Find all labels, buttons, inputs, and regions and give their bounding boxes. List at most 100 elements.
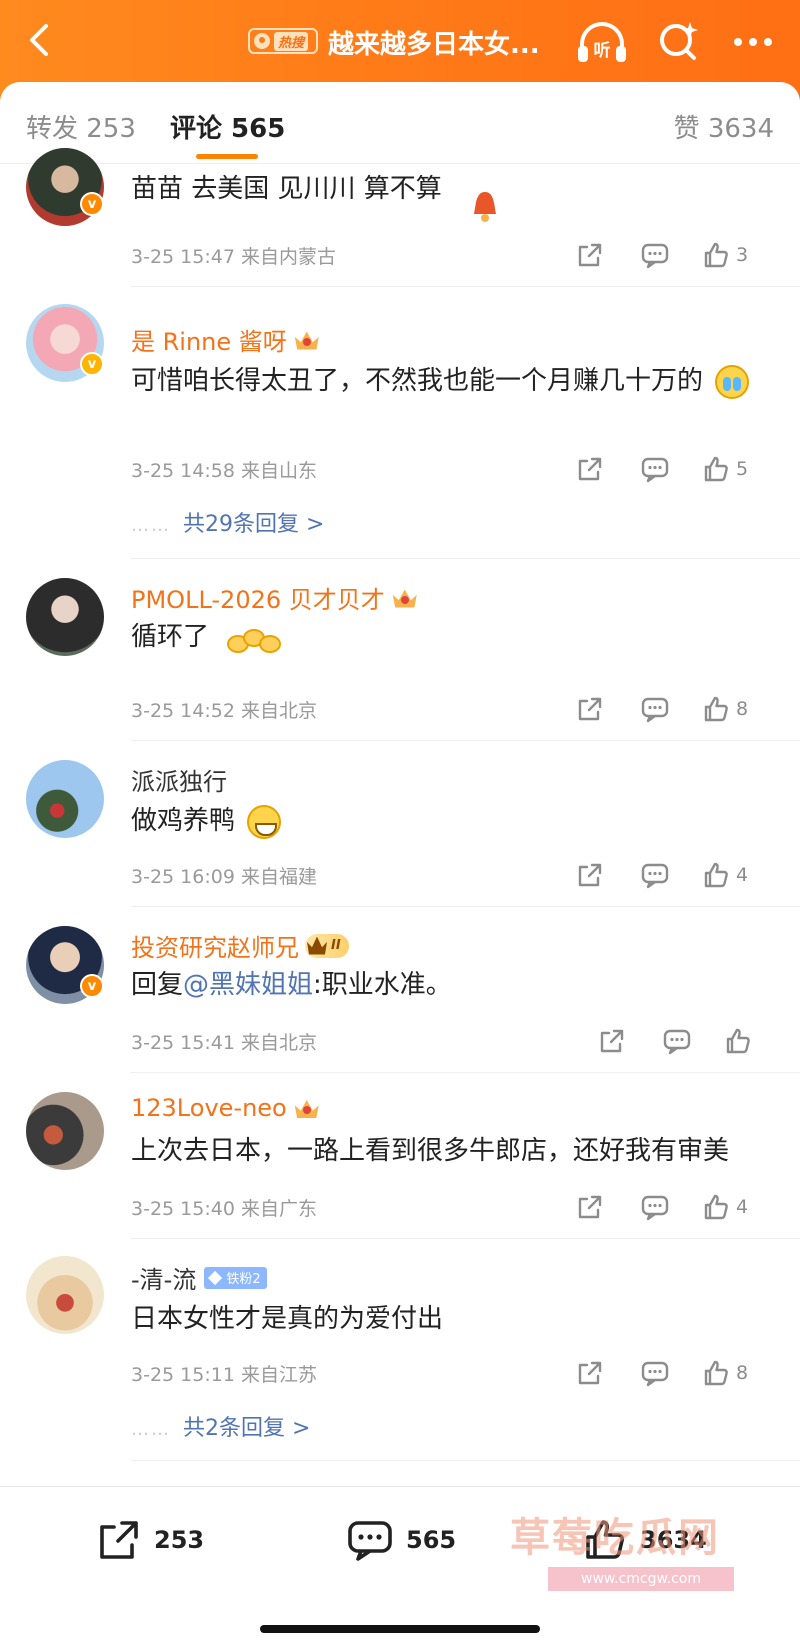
fan-level: 铁粉2 xyxy=(226,1272,261,1287)
more-button[interactable] xyxy=(728,22,778,62)
avatar[interactable] xyxy=(26,1256,104,1334)
home-indicator[interactable] xyxy=(260,1625,540,1633)
divider xyxy=(131,1072,800,1073)
comment-meta: 3-25 14:58 来自山东 xyxy=(131,460,317,482)
username[interactable]: 是 Rinne 酱呀 xyxy=(131,322,321,357)
comment-meta: 3-25 15:11 来自江苏 xyxy=(131,1364,317,1386)
share-icon xyxy=(578,1195,602,1219)
divider xyxy=(131,740,800,741)
like-button[interactable]: 8 xyxy=(702,694,748,724)
mention-link[interactable]: @黑妹姐姐 xyxy=(183,970,313,1000)
share-button[interactable] xyxy=(576,454,604,484)
comment-text: 做鸡养鸭 xyxy=(131,800,776,842)
view-replies-link[interactable]: …… 共29条回复 > xyxy=(131,506,324,538)
watermark-url: www.cmcgw.com xyxy=(548,1567,734,1591)
username-text: PMOLL-2026 贝才贝才 xyxy=(131,586,385,614)
share-icon xyxy=(578,243,602,267)
comment-actions: 4 xyxy=(576,1192,776,1222)
like-button[interactable]: 5 xyxy=(702,454,748,484)
avatar[interactable] xyxy=(26,1092,104,1170)
thumbs-up-icon xyxy=(704,1194,728,1220)
share-button[interactable] xyxy=(576,1192,604,1222)
share-button[interactable] xyxy=(598,1026,626,1056)
username[interactable]: PMOLL-2026 贝才贝才 xyxy=(131,580,419,615)
crown-badge-icon xyxy=(293,328,321,352)
search-button[interactable] xyxy=(656,18,700,62)
hot-search-badge[interactable]: 热搜 xyxy=(248,28,319,54)
comment-actions: 5 xyxy=(576,454,776,484)
share-button[interactable] xyxy=(576,1358,604,1388)
more-dots-icon xyxy=(734,38,772,46)
reply-button[interactable] xyxy=(640,454,670,484)
comment-bubble-icon xyxy=(641,1361,669,1387)
like-count: 5 xyxy=(736,458,749,480)
verified-badge-icon: v xyxy=(80,974,104,998)
back-button[interactable] xyxy=(18,18,62,62)
username[interactable]: 派派独行 xyxy=(131,762,227,797)
comment-text-content: 做鸡养鸭 xyxy=(131,806,236,836)
like-button[interactable] xyxy=(724,1026,758,1056)
comment-actions: 4 xyxy=(576,860,776,890)
cloud-sticker-icon xyxy=(223,621,283,655)
crown-badge-icon xyxy=(391,586,419,610)
comment-meta: 3-25 15:40 来自广东 xyxy=(131,1198,317,1220)
reply-prefix: 回复 xyxy=(131,970,184,1000)
repost-button[interactable]: 253 xyxy=(96,1515,204,1565)
bell-sticker-icon xyxy=(468,188,502,224)
avatar[interactable] xyxy=(26,578,104,656)
share-icon xyxy=(578,863,602,887)
like-button[interactable]: 4 xyxy=(702,1192,748,1222)
username-text: -清-流 xyxy=(131,1266,197,1294)
share-icon xyxy=(578,1361,602,1385)
hot-search-icon xyxy=(254,33,270,49)
listen-label: 听 xyxy=(594,40,611,61)
view-replies-link[interactable]: …… 共2条回复 > xyxy=(131,1410,310,1442)
search-sparkle-icon xyxy=(660,22,698,60)
reply-button[interactable] xyxy=(640,860,670,890)
tab-comment[interactable]: 评论 565 xyxy=(170,108,285,145)
share-button[interactable] xyxy=(576,694,604,724)
comment-meta: 3-25 15:41 来自北京 xyxy=(131,1032,317,1054)
headphones-icon: 听 xyxy=(578,22,626,62)
vip-badge: II xyxy=(305,933,349,958)
thumbs-up-icon xyxy=(704,862,728,888)
comment-text: 循环了 xyxy=(131,616,776,658)
reply-button[interactable] xyxy=(640,1192,670,1222)
avatar[interactable] xyxy=(26,760,104,838)
username[interactable]: 投资研究赵师兄 II xyxy=(131,928,349,963)
crying-emoji-icon xyxy=(715,364,750,399)
reply-button[interactable] xyxy=(640,240,670,270)
share-icon xyxy=(578,697,602,721)
reply-button[interactable] xyxy=(662,1026,692,1056)
verified-badge-icon: v xyxy=(80,352,104,376)
username[interactable]: -清-流 铁粉2 xyxy=(131,1260,267,1295)
divider xyxy=(131,1460,800,1461)
comment-meta: 3-25 16:09 来自福建 xyxy=(131,866,317,888)
reply-button[interactable] xyxy=(640,1358,670,1388)
tab-repost[interactable]: 转发 253 xyxy=(26,108,136,145)
thumbs-up-icon xyxy=(704,696,728,722)
watermark-text: 草莓吃瓜网 xyxy=(510,1515,720,1561)
replies-dots: …… xyxy=(131,515,171,536)
username-text: 123Love-neo xyxy=(131,1094,287,1122)
like-button[interactable]: 3 xyxy=(702,240,748,270)
username-text: 派派独行 xyxy=(131,768,227,796)
listen-button[interactable]: 听 xyxy=(574,18,630,68)
share-button[interactable] xyxy=(576,860,604,890)
username[interactable]: 123Love-neo xyxy=(131,1094,321,1122)
reply-button[interactable] xyxy=(640,694,670,724)
comment-actions: 8 xyxy=(576,1358,776,1388)
share-button[interactable] xyxy=(576,240,604,270)
comment-bubble-icon xyxy=(663,1029,691,1055)
page-title[interactable]: 越来越多日本女... xyxy=(328,24,540,61)
share-icon xyxy=(578,457,602,481)
tab-like[interactable]: 赞 3634 xyxy=(674,108,774,145)
thumbs-up-icon xyxy=(704,1360,728,1386)
chevron-left-icon xyxy=(30,24,48,56)
comment-count: 565 xyxy=(406,1526,457,1554)
like-button[interactable]: 8 xyxy=(702,1358,748,1388)
comment-button[interactable]: 565 xyxy=(346,1515,456,1565)
comment-text: 可惜咱长得太丑了，不然我也能一个月赚几十万的 xyxy=(131,360,776,402)
like-button[interactable]: 4 xyxy=(702,860,748,890)
replies-label: 共2条回复 > xyxy=(183,1416,311,1441)
